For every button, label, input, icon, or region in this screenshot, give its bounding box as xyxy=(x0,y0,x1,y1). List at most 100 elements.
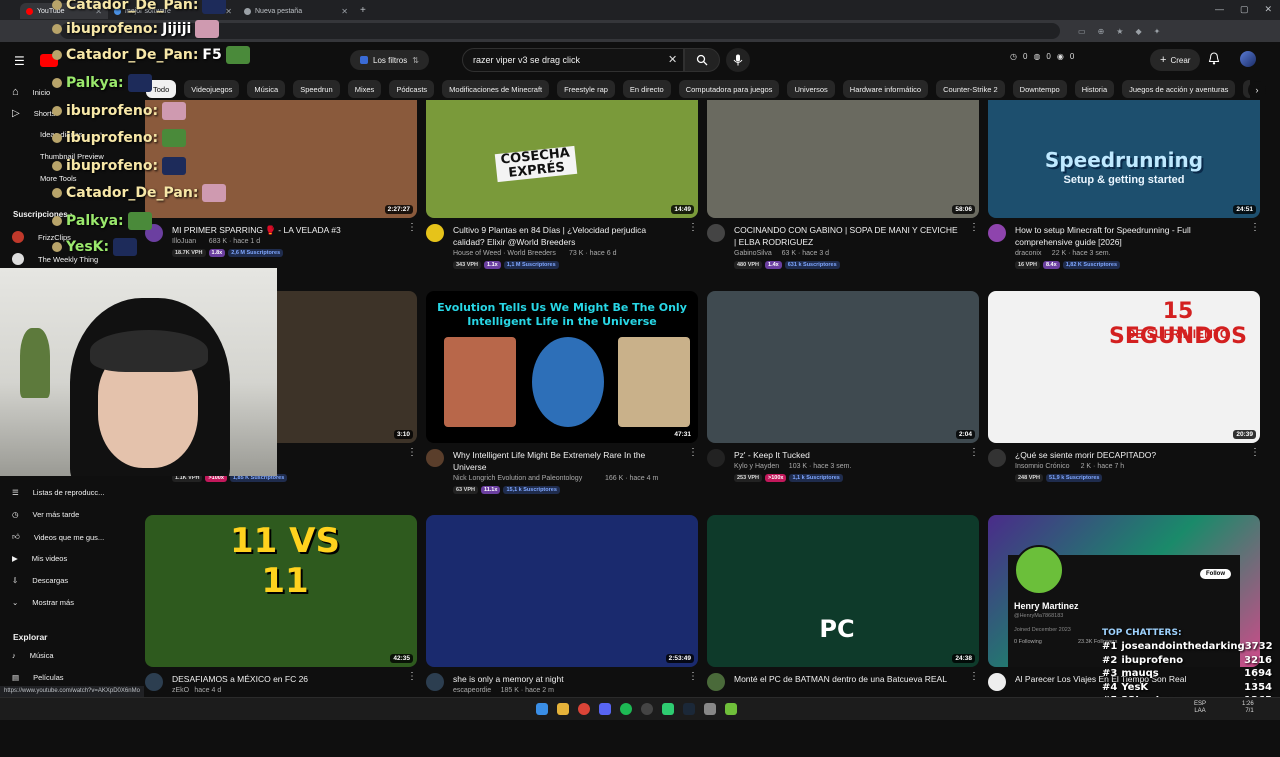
channel-name[interactable]: House of Weed · World Breeders xyxy=(453,250,556,257)
chip-11[interactable]: Hardware informático xyxy=(842,80,929,98)
channel-name[interactable]: Kylo y Hayden xyxy=(734,463,779,470)
more-options-icon[interactable]: ⋮ xyxy=(688,671,698,682)
app-icon[interactable] xyxy=(662,703,674,715)
channel-avatar[interactable] xyxy=(426,224,444,242)
chip-13[interactable]: Downtempo xyxy=(1012,80,1067,98)
video-card[interactable]: 58:06 COCINANDO CON GABINO | SOPA DE MANI… xyxy=(707,100,979,308)
cast-icon[interactable]: ▭ xyxy=(1078,27,1086,36)
tab-new[interactable]: Nueva pestaña ✕ xyxy=(238,3,354,19)
search-input[interactable]: razer viper v3 se drag click xyxy=(462,48,684,72)
channel-name[interactable]: zEkO xyxy=(172,687,189,694)
more-options-icon[interactable]: ⋮ xyxy=(1250,222,1260,233)
clear-search-icon[interactable]: ✕ xyxy=(668,53,677,66)
windows-start-icon[interactable] xyxy=(536,703,548,715)
video-title[interactable]: MI PRIMER SPARRING 🥊 - LA VELADA #3 xyxy=(172,224,398,236)
video-title[interactable]: Why Intelligent Life Might Be Extremely … xyxy=(453,449,679,473)
video-thumbnail[interactable]: 2:04 xyxy=(707,291,979,443)
video-card[interactable]: Speedrunning Setup & getting started 24:51… xyxy=(988,100,1260,308)
language-indicator[interactable]: ESP LAA xyxy=(1194,701,1206,715)
video-title[interactable]: ¿Qué se siente morir DECAPITADO? xyxy=(1015,449,1241,461)
sidebar-item-show-more[interactable]: ⌄ Mostrar más xyxy=(12,598,74,607)
minimize-icon[interactable]: — xyxy=(1215,4,1224,15)
video-title[interactable]: DESAFIAMOS a MÉXICO en FC 26 xyxy=(172,673,398,685)
video-title[interactable]: Monté el PC de BATMAN dentro de una Batc… xyxy=(734,673,960,685)
more-options-icon[interactable]: ⋮ xyxy=(688,447,698,458)
video-thumbnail[interactable]: 11 VS 11 42:35 xyxy=(145,515,417,667)
minecraft-icon[interactable] xyxy=(725,703,737,715)
chip-14[interactable]: Historia xyxy=(1074,80,1115,98)
maximize-icon[interactable]: ▢ xyxy=(1240,4,1249,15)
channel-name[interactable]: Insomnio Crónico xyxy=(1015,463,1069,470)
close-window-icon[interactable]: ✕ xyxy=(1264,4,1272,15)
video-thumbnail[interactable]: COSECHA EXPRÉS 14:49 xyxy=(426,100,698,218)
follow-button[interactable]: Follow xyxy=(1200,569,1231,579)
video-title[interactable]: Cultivo 9 Plantas en 84 Días | ¿Velocida… xyxy=(453,224,679,248)
channel-name[interactable]: Nick Longrich Evolution and Paleontology xyxy=(453,475,582,482)
channel-avatar[interactable] xyxy=(426,449,444,467)
sidebar-item-movies[interactable]: ▤ Películas xyxy=(12,673,64,682)
chip-9[interactable]: Computadora para juegos xyxy=(678,80,780,98)
video-card[interactable]: Evolution Tells Us We Might Be The Only … xyxy=(426,291,698,533)
channel-avatar[interactable] xyxy=(988,673,1006,691)
video-thumbnail[interactable]: Speedrunning Setup & getting started 24:51 xyxy=(988,100,1260,218)
more-options-icon[interactable]: ⋮ xyxy=(969,447,979,458)
more-options-icon[interactable]: ⋮ xyxy=(1250,447,1260,458)
channel-avatar[interactable] xyxy=(988,449,1006,467)
video-title[interactable]: she is only a memory at night xyxy=(453,673,679,685)
channel-avatar[interactable] xyxy=(707,224,725,242)
video-thumbnail[interactable]: 2:53:49 xyxy=(426,515,698,667)
more-options-icon[interactable]: ⋮ xyxy=(969,671,979,682)
sidebar-item-downloads[interactable]: ⇩ Descargas xyxy=(12,576,68,585)
chip-2[interactable]: Música xyxy=(247,80,286,98)
chip-3[interactable]: Speedrun xyxy=(293,80,340,98)
video-card[interactable]: 15 SEGUNDOS DE SUFRIMIENTO 20:39 ¿Qué se si… xyxy=(988,291,1260,533)
steam-icon[interactable] xyxy=(683,703,695,715)
channel-avatar[interactable] xyxy=(426,673,444,691)
chip-8[interactable]: En directo xyxy=(622,80,671,98)
voice-search-button[interactable] xyxy=(726,48,750,72)
chip-4[interactable]: Mixes xyxy=(347,80,382,98)
video-card[interactable]: 11 VS 11 42:35 DESAFIAMOS a MÉXICO en FC 2… xyxy=(145,515,417,757)
video-thumbnail[interactable]: PC 24:38 xyxy=(707,515,979,667)
video-card[interactable]: COSECHA EXPRÉS 14:49 Cultivo 9 Plantas en … xyxy=(426,100,698,308)
channel-avatar[interactable] xyxy=(707,673,725,691)
file-explorer-icon[interactable] xyxy=(557,703,569,715)
channel-avatar[interactable] xyxy=(707,449,725,467)
zoom-icon[interactable]: ⊕ xyxy=(1098,27,1105,36)
channel-avatar[interactable] xyxy=(988,224,1006,242)
search-button[interactable] xyxy=(684,48,720,72)
filters-button[interactable]: Los filtros ⇅ xyxy=(350,50,429,70)
new-tab-button[interactable]: + xyxy=(360,5,366,16)
chip-1[interactable]: Videojuegos xyxy=(184,80,240,98)
more-options-icon[interactable]: ⋮ xyxy=(688,222,698,233)
video-title[interactable]: COCINANDO CON GABINO | SOPA DE MANI Y CE… xyxy=(734,224,960,248)
channel-avatar[interactable] xyxy=(145,673,163,691)
more-options-icon[interactable]: ⋮ xyxy=(407,671,417,682)
chip-5[interactable]: Pódcasts xyxy=(389,80,435,98)
account-avatar[interactable] xyxy=(1240,51,1256,67)
video-title[interactable]: How to setup Minecraft for Speedrunning … xyxy=(1015,224,1241,248)
create-button[interactable]: + Crear xyxy=(1150,49,1201,71)
chip-15[interactable]: Juegos de acción y aventuras xyxy=(1122,80,1236,98)
spotify-icon[interactable] xyxy=(620,703,632,715)
discord-icon[interactable] xyxy=(599,703,611,715)
sidebar-item-more-tools[interactable]: More Tools xyxy=(40,174,77,183)
obs-icon[interactable] xyxy=(641,703,653,715)
puzzle-icon[interactable]: ✦ xyxy=(1154,27,1161,36)
more-options-icon[interactable]: ⋮ xyxy=(407,447,417,458)
menu-icon[interactable]: ☰ xyxy=(14,54,25,68)
video-thumbnail[interactable]: 58:06 xyxy=(707,100,979,218)
chip-10[interactable]: Universos xyxy=(787,80,835,98)
sidebar-item-liked[interactable]: 👍︎ Videos que me gus... xyxy=(12,532,104,542)
chip-12[interactable]: Counter-Strike 2 xyxy=(936,80,1005,98)
video-title[interactable]: Pz' - Keep It Tucked xyxy=(734,449,960,461)
extension-icon[interactable]: ◆ xyxy=(1135,27,1141,36)
star-icon[interactable]: ★ xyxy=(1116,27,1123,36)
sidebar-item-playlists[interactable]: ☰ Listas de reproducc... xyxy=(12,488,104,497)
channel-name[interactable]: IlloJuan xyxy=(172,238,196,245)
chrome-icon[interactable] xyxy=(578,703,590,715)
more-options-icon[interactable]: ⋮ xyxy=(407,222,417,233)
chip-next-button[interactable]: › xyxy=(1248,81,1266,99)
channel-name[interactable]: GabinoSilva xyxy=(734,250,772,257)
chip-7[interactable]: Freestyle rap xyxy=(557,80,615,98)
